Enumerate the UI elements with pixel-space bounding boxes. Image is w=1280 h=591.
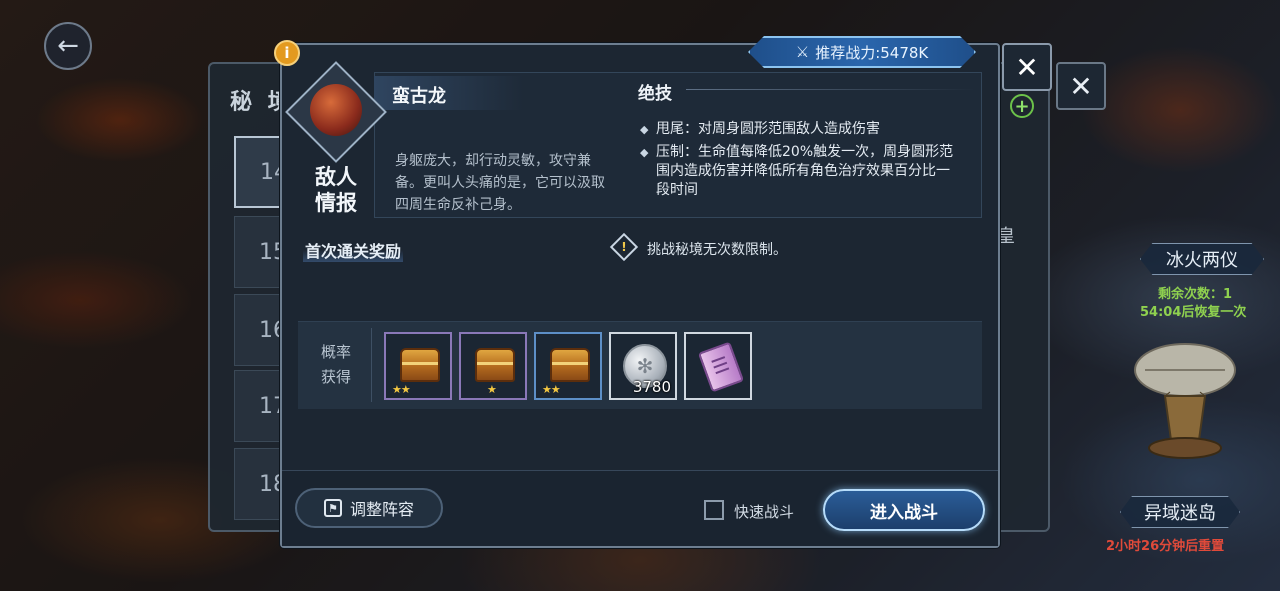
lineup-icon: ⚑	[323, 499, 342, 517]
star-rating: ★★	[542, 383, 561, 396]
item-count: 3780	[632, 378, 671, 396]
adjust-lineup-button[interactable]: ⚑ 调整阵容	[295, 488, 443, 528]
skills-title: 绝技	[638, 84, 672, 104]
recommended-power-text: 推荐战力:5478K	[815, 43, 929, 62]
challenge-notice: 挑战秘境无次数限制。	[647, 242, 787, 258]
drop-label: 概率 获得	[320, 343, 351, 386]
arrow-left-icon: ←	[57, 31, 79, 61]
map-location-recover-time: 54:04后恢复一次	[1140, 305, 1247, 320]
skill-item: ◆ 压制：生命值每降低20%触发一次，周身圆形范围内造成伤害并降低所有角色治疗效…	[640, 143, 960, 200]
close-icon: ✕	[1015, 50, 1039, 84]
quick-battle-checkbox[interactable]	[704, 500, 724, 520]
diamond-bullet-icon: ◆	[640, 123, 649, 136]
dialog-close-button[interactable]: ✕	[1056, 62, 1106, 110]
diamond-bullet-icon: ◆	[640, 146, 649, 159]
enemy-description: 身躯庞大，却行动灵敏，攻守兼备。更叫人头痛的是，它可以汲取四周生命反补己身。	[395, 153, 605, 213]
reward-item[interactable]	[684, 332, 752, 400]
skill-item: ◆ 甩尾：对周身圆形范围敌人造成伤害	[640, 120, 960, 139]
enter-battle-button[interactable]: 进入战斗	[823, 489, 985, 531]
treasure-chest-icon	[400, 348, 440, 382]
star-rating: ★★	[392, 383, 411, 396]
reward-item[interactable]: ★★	[534, 332, 602, 400]
treasure-chest-icon	[550, 348, 590, 382]
recommended-power-badge: ⚔ 推荐战力:5478K	[748, 36, 976, 68]
enter-battle-label: 进入战斗	[870, 502, 938, 523]
map-location-remaining: 剩余次数：1	[1158, 287, 1233, 302]
back-button[interactable]: ←	[44, 22, 92, 70]
map-location-name: 冰火两仪	[1166, 250, 1238, 271]
skill-text: 压制：生命值每降低20%触发一次，周身圆形范围内造成伤害并降低所有角色治疗效果百…	[656, 144, 954, 198]
quick-battle-label[interactable]: 快速战斗	[734, 501, 794, 522]
map-location-ice-fire[interactable]: 冰火两仪	[1140, 243, 1264, 275]
map-location-reset-time: 2小时26分钟后重置	[1106, 539, 1225, 554]
adjust-lineup-label: 调整阵容	[349, 500, 414, 519]
modal-close-button[interactable]: ✕	[1002, 43, 1052, 91]
skills-title-divider	[686, 89, 976, 90]
close-icon: ✕	[1069, 69, 1093, 103]
enemy-info-label: 敌人 情报	[315, 165, 357, 215]
first-clear-reward-title: 首次通关奖励	[303, 238, 404, 262]
drop-divider	[371, 328, 372, 402]
scroll-icon	[697, 341, 745, 393]
crossed-swords-icon: ⚔	[795, 43, 810, 61]
skill-text: 甩尾：对周身圆形范围敌人造成伤害	[656, 121, 880, 137]
skills-list: ◆ 甩尾：对周身圆形范围敌人造成伤害 ◆ 压制：生命值每降低20%触发一次，周身…	[640, 120, 960, 204]
star-rating: ★	[487, 383, 497, 396]
info-icon[interactable]: i	[274, 40, 300, 66]
dragon-icon	[310, 84, 362, 136]
airship-icon	[1134, 343, 1236, 459]
plus-icon[interactable]: +	[1010, 94, 1034, 118]
treasure-chest-icon	[475, 348, 515, 382]
enemy-name: 蛮古龙	[392, 86, 446, 107]
enemy-portrait	[285, 61, 387, 163]
map-location-name: 异域迷岛	[1144, 503, 1216, 524]
reward-item[interactable]: ★★	[384, 332, 452, 400]
map-location-foreign-isle[interactable]: 异域迷岛	[1120, 496, 1240, 528]
reward-item[interactable]: ★	[459, 332, 527, 400]
reward-item[interactable]: ✻ 3780	[609, 332, 677, 400]
